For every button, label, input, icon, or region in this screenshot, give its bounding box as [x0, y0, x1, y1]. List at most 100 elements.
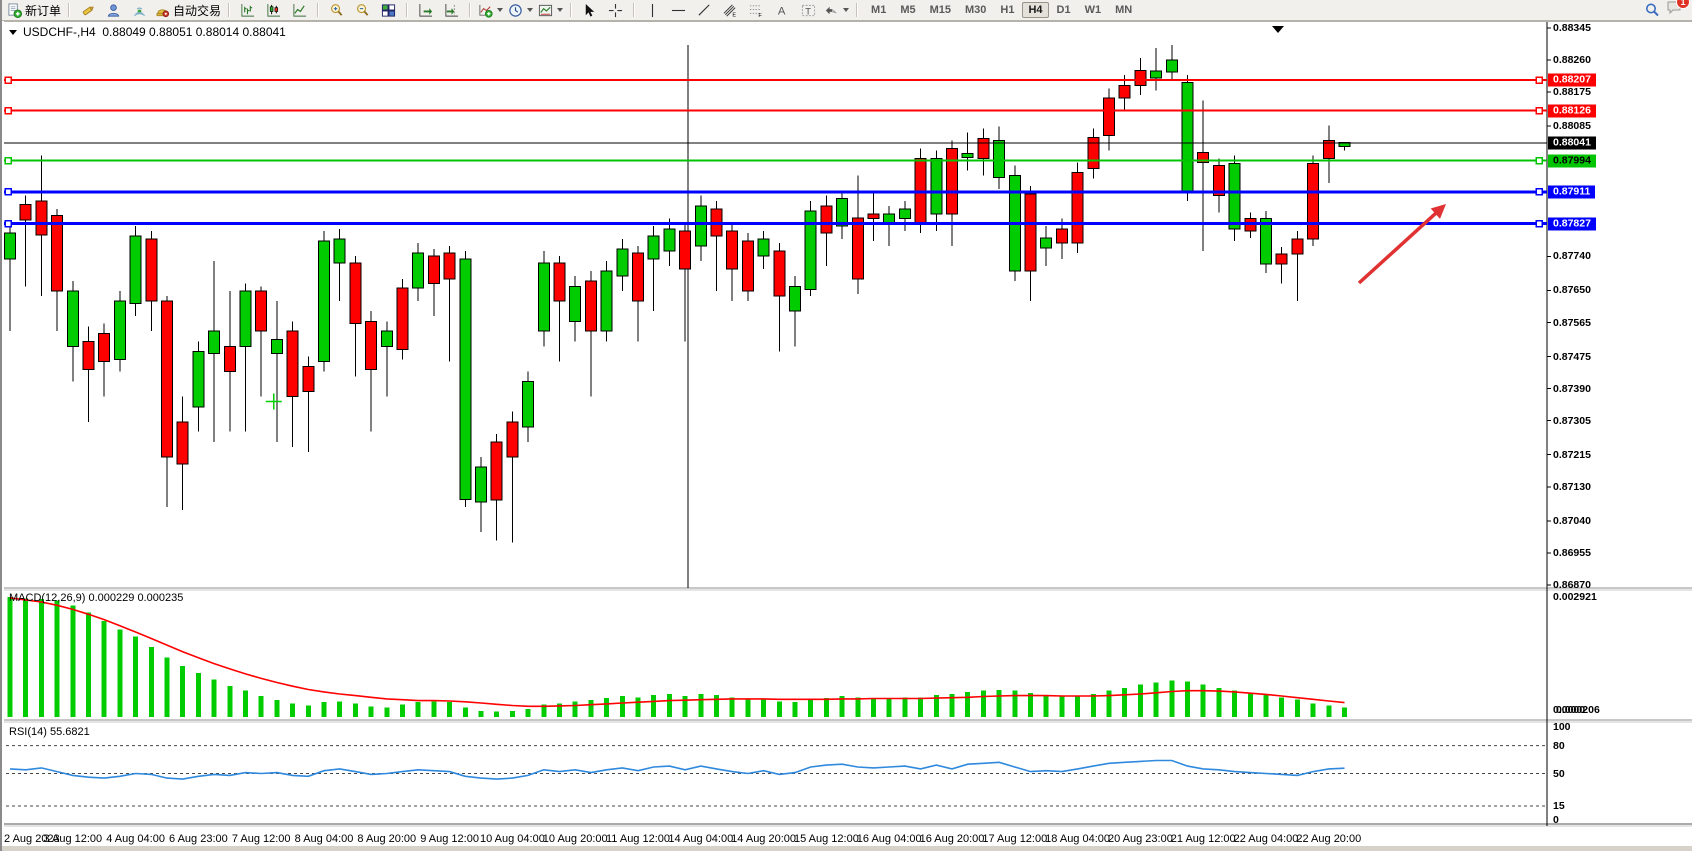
price-line-label: 0.87827 — [1548, 217, 1596, 230]
text-icon: A — [775, 3, 790, 18]
candle-body — [209, 331, 220, 353]
crosshair-button[interactable] — [603, 1, 628, 19]
notifications-button[interactable]: 1 — [1666, 0, 1683, 20]
macd-bar — [651, 695, 656, 717]
timeframe-button-m1[interactable]: M1 — [865, 2, 892, 18]
time-axis-label[interactable]: 10 Aug 04:00 — [480, 833, 545, 845]
time-axis-label[interactable]: 15 Aug 12:00 — [794, 833, 859, 845]
tile-windows-button[interactable] — [376, 1, 401, 19]
macd-bar — [997, 690, 1002, 717]
timeframe-button-h1[interactable]: H1 — [994, 2, 1020, 18]
arrow-object[interactable] — [1359, 211, 1439, 283]
macd-bar — [353, 703, 358, 717]
line-handle[interactable] — [1536, 108, 1542, 114]
arrows-tool[interactable] — [822, 1, 851, 19]
time-axis-label[interactable]: 20 Aug 23:00 — [1108, 833, 1173, 845]
candle-body — [585, 281, 596, 331]
periods-button[interactable] — [506, 1, 535, 19]
timeframe-button-w1[interactable]: W1 — [1079, 2, 1108, 18]
macd-bar — [620, 696, 625, 717]
vertical-line-tool[interactable] — [640, 1, 665, 19]
macd-bar — [887, 698, 892, 717]
candle-body — [570, 286, 581, 321]
chart-shift-button[interactable] — [439, 1, 464, 19]
channel-tool[interactable]: E — [718, 1, 743, 19]
time-axis-label[interactable]: 4 Aug 04:00 — [106, 833, 165, 845]
text-tool[interactable]: A — [770, 1, 795, 19]
auto-trading-button[interactable]: 自动交易 — [153, 1, 223, 19]
line-handle[interactable] — [5, 158, 11, 164]
time-axis-label[interactable]: 6 Aug 23:00 — [169, 833, 228, 845]
candlestick-chart-button[interactable] — [261, 1, 286, 19]
timeframe-button-d1[interactable]: D1 — [1051, 2, 1077, 18]
line-chart-button[interactable] — [287, 1, 312, 19]
line-handle[interactable] — [5, 77, 11, 83]
horizontal-line-tool[interactable] — [666, 1, 691, 19]
search-icon[interactable] — [1644, 2, 1660, 18]
zoom-out-button[interactable] — [350, 1, 375, 19]
macd-bar — [290, 703, 295, 717]
chart-surface[interactable] — [2, 0, 1692, 851]
candle-body — [319, 241, 330, 361]
cross-marker-object[interactable] — [266, 393, 282, 409]
line-handle[interactable] — [5, 108, 11, 114]
bar-chart-button[interactable] — [235, 1, 260, 19]
new-order-button[interactable]: 新订单 — [5, 1, 63, 19]
time-axis-label[interactable]: 9 Aug 12:00 — [420, 833, 479, 845]
line-handle[interactable] — [1536, 221, 1542, 227]
candle-body — [837, 199, 848, 226]
time-axis-label[interactable]: 22 Aug 20:00 — [1296, 833, 1361, 845]
macd-bar — [1201, 685, 1206, 717]
time-axis-label[interactable]: 8 Aug 20:00 — [357, 833, 416, 845]
trendline-tool[interactable] — [692, 1, 717, 19]
time-axis-label[interactable]: 14 Aug 20:00 — [731, 833, 796, 845]
fibonacci-tool[interactable]: F — [744, 1, 769, 19]
crayon-icon — [80, 3, 95, 18]
macd-bar — [463, 708, 468, 717]
line-handle[interactable] — [1536, 77, 1542, 83]
timeframe-button-m5[interactable]: M5 — [894, 2, 921, 18]
signal-button[interactable] — [127, 1, 152, 19]
price-axis-tick: 0.88175 — [1553, 86, 1591, 98]
time-axis-label[interactable]: 3 Aug 12:00 — [43, 833, 102, 845]
clock-icon — [508, 3, 523, 18]
time-axis-label[interactable]: 16 Aug 20:00 — [920, 833, 985, 845]
line-handle[interactable] — [5, 189, 11, 195]
timeframe-button-mn[interactable]: MN — [1109, 2, 1138, 18]
styles-button[interactable] — [75, 1, 100, 19]
line-handle[interactable] — [5, 221, 11, 227]
candle-body — [899, 209, 910, 219]
text-label-tool[interactable]: T — [796, 1, 821, 19]
macd-axis-top-label: 0.002921 — [1553, 591, 1597, 603]
macd-bar — [39, 599, 44, 717]
time-axis-label[interactable]: 18 Aug 04:00 — [1045, 833, 1110, 845]
candles-layer — [5, 45, 1351, 542]
time-axis-label[interactable]: 17 Aug 12:00 — [982, 833, 1047, 845]
macd-bar — [243, 691, 248, 717]
candle-body — [648, 236, 659, 259]
line-handle[interactable] — [1536, 189, 1542, 195]
timeframe-button-m15[interactable]: M15 — [924, 2, 957, 18]
chevron-down-icon[interactable] — [9, 30, 17, 35]
timeframe-button-m30[interactable]: M30 — [959, 2, 992, 18]
zoom-in-button[interactable] — [324, 1, 349, 19]
time-axis-label[interactable]: 21 Aug 12:00 — [1171, 833, 1236, 845]
time-axis-label[interactable]: 11 Aug 12:00 — [606, 833, 670, 845]
time-axis-label[interactable]: 14 Aug 04:00 — [668, 833, 733, 845]
candle-body — [742, 241, 753, 291]
indicators-button[interactable] — [476, 1, 505, 19]
time-axis-label[interactable]: 16 Aug 04:00 — [857, 833, 922, 845]
macd-axis-bottom-label: 0.000206 — [1556, 704, 1600, 716]
time-axis-label[interactable]: 10 Aug 20:00 — [543, 833, 608, 845]
timeframe-button-h4[interactable]: H4 — [1022, 2, 1048, 18]
time-axis-label[interactable]: 7 Aug 12:00 — [232, 833, 291, 845]
time-axis-label[interactable]: 22 Aug 04:00 — [1234, 833, 1299, 845]
line-handle[interactable] — [1536, 158, 1542, 164]
templates-button[interactable] — [536, 1, 565, 19]
rsi-axis-label: 50 — [1553, 768, 1565, 780]
toolbar-separator — [469, 3, 471, 17]
auto-scroll-button[interactable] — [413, 1, 438, 19]
time-axis-label[interactable]: 8 Aug 04:00 — [295, 833, 354, 845]
profile-button[interactable] — [101, 1, 126, 19]
cursor-button[interactable] — [577, 1, 602, 19]
